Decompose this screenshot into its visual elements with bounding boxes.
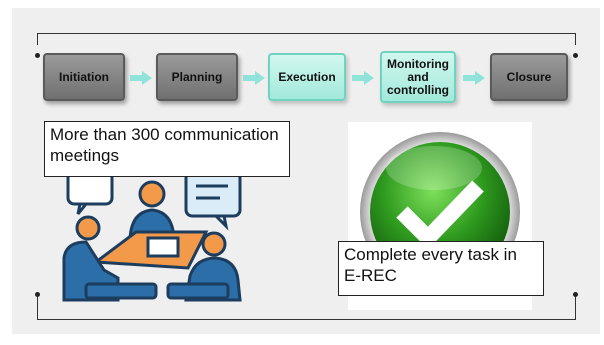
frame-bottom-right-tick (575, 296, 576, 320)
frame-dot-top-left (35, 53, 40, 58)
frame-dot-top-right (573, 53, 578, 58)
stage-planning: Planning (156, 53, 238, 101)
frame-dot-bottom-left (35, 292, 40, 297)
frame-bottom-line (37, 319, 575, 320)
stage-execution: Execution (268, 53, 346, 101)
stage-initiation: Initiation (43, 53, 125, 101)
flow-arrow-3 (352, 71, 374, 85)
stage-monitoring-and-controlling: Monitoring and controlling (380, 51, 456, 103)
frame-top-right-tick (575, 33, 576, 45)
stage-closure: Closure (490, 53, 568, 101)
frame-top-left-tick (37, 33, 38, 45)
flow-arrow-4 (463, 71, 485, 85)
frame-bottom-left-tick (37, 296, 38, 320)
task-caption: Complete every task in E-REC (338, 241, 544, 296)
flow-arrow-2 (243, 71, 265, 85)
frame-top-line (37, 33, 575, 34)
meetings-caption: More than 300 communication meetings (44, 121, 290, 177)
flow-arrow-1 (130, 71, 152, 85)
frame-dot-bottom-right (573, 292, 578, 297)
